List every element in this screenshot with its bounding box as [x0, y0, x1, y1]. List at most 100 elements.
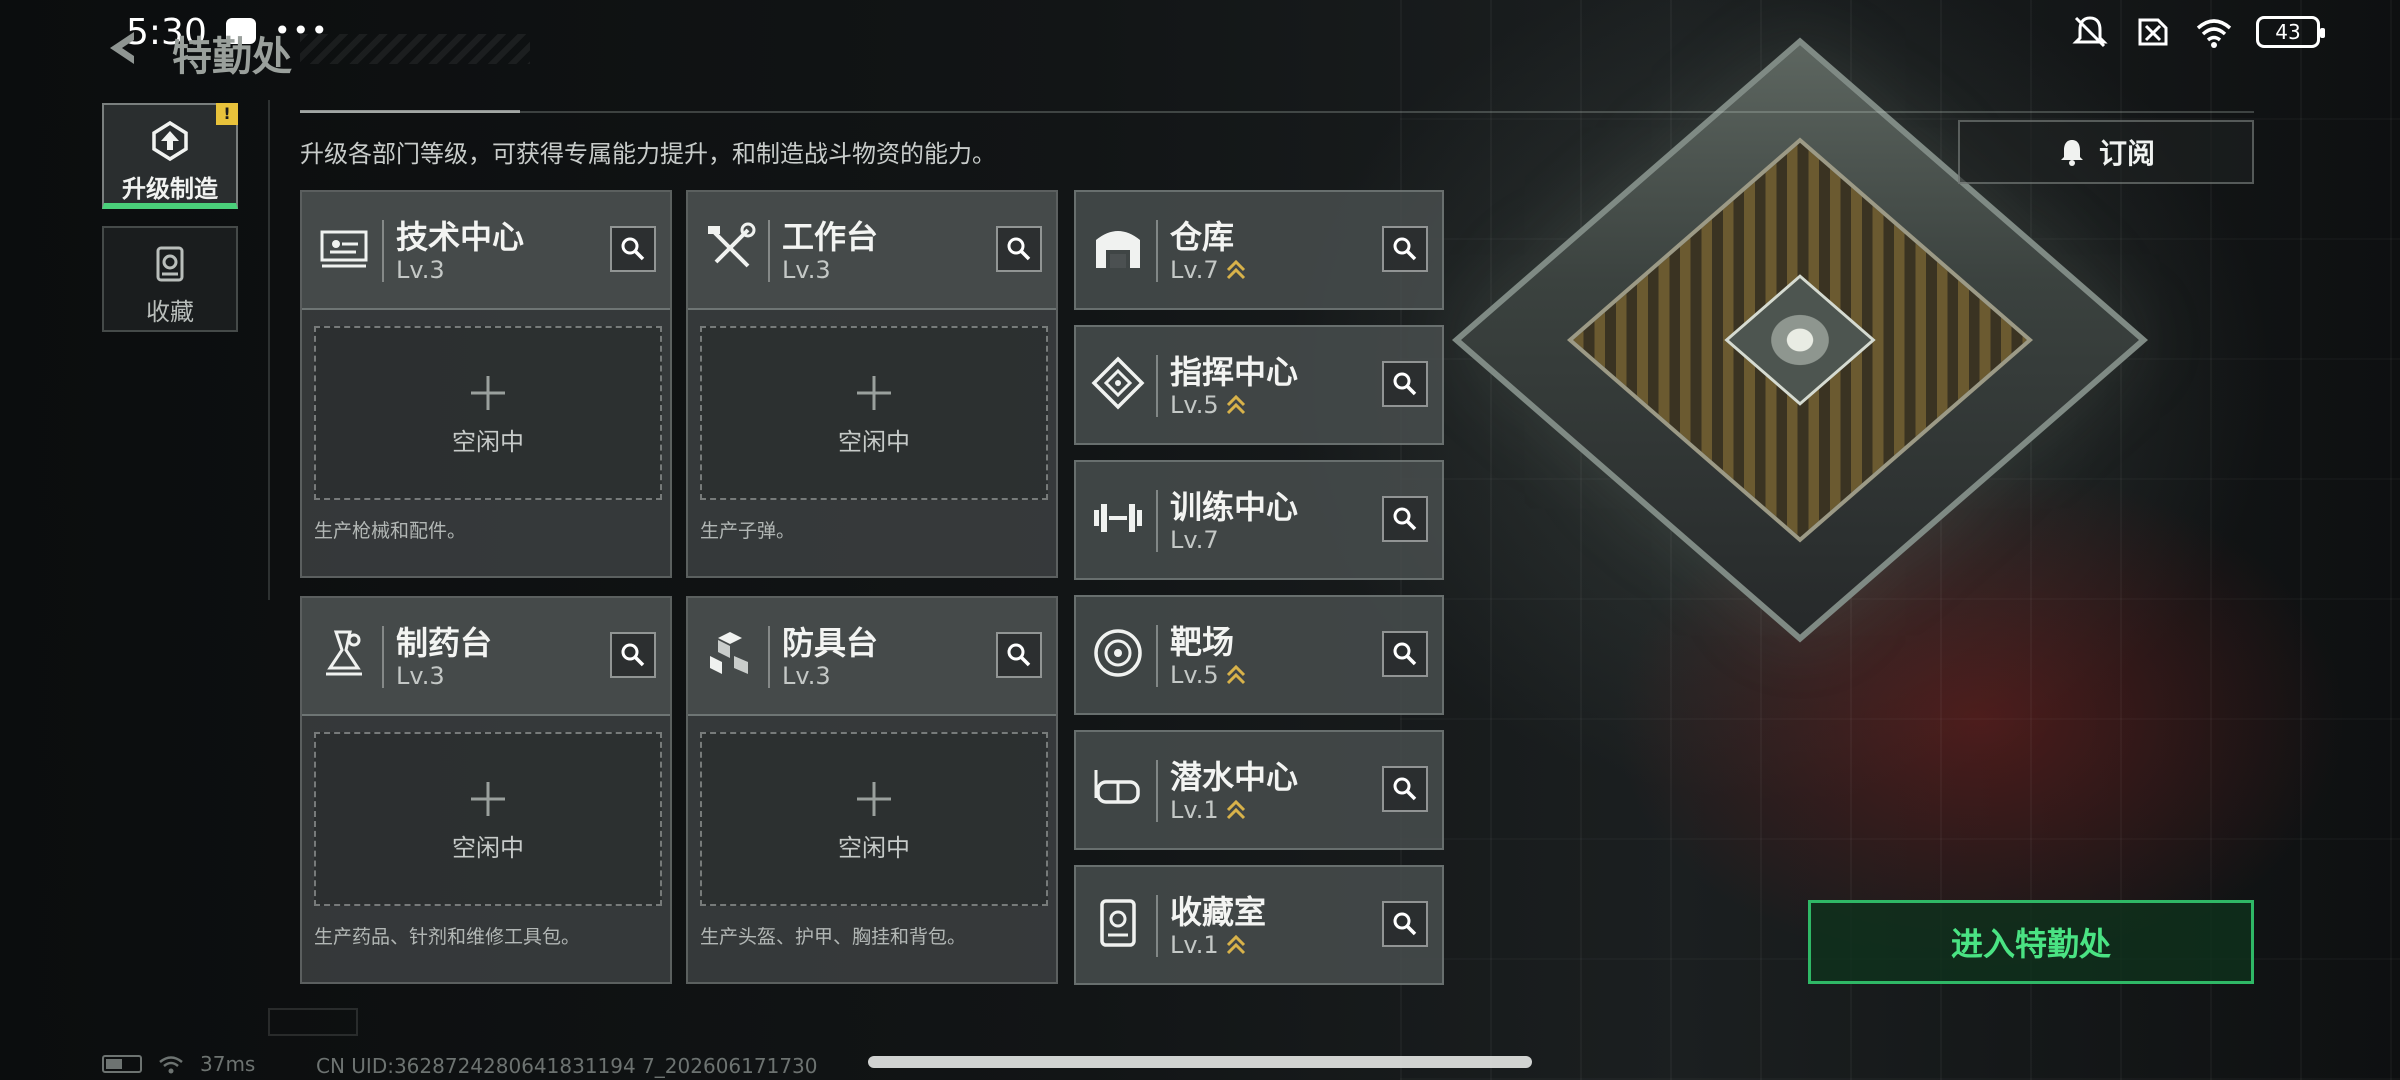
search-icon [1393, 912, 1417, 936]
search-icon [621, 237, 645, 261]
production-card-armor-bench[interactable]: 防具台 Lv.3 空闲中 生产头盔、护甲、胸挂和背包。 [686, 596, 1058, 984]
facility-name: 技术中心 [396, 218, 525, 256]
plus-icon [857, 376, 891, 410]
idle-status: 空闲中 [452, 428, 524, 456]
uid-text: CN UID:3628724280641831194 7_20260617173… [316, 1054, 818, 1078]
upgrade-arrow-icon [1226, 934, 1245, 955]
facility-card-warehouse[interactable]: 仓库 Lv.7 [1074, 190, 1444, 310]
card-separator [1156, 625, 1158, 687]
warehouse-icon [1096, 231, 1140, 268]
facility-level-text: Lv.1 [1170, 931, 1219, 959]
search-icon [1007, 643, 1031, 667]
idle-slot[interactable]: 空闲中 [700, 326, 1048, 500]
status-icons: 43 [2070, 14, 2325, 50]
facility-name: 指挥中心 [1170, 353, 1299, 391]
back-arrow-icon[interactable] [104, 28, 144, 68]
tech-center-icon [320, 230, 368, 268]
sidebar-item-label: 升级制造 [122, 175, 218, 203]
search-icon [1393, 642, 1417, 666]
sidebar-item-upgrade[interactable]: ! 升级制造 [102, 103, 238, 209]
card-separator [1156, 760, 1158, 822]
network-icon [159, 1056, 183, 1074]
home-indicator[interactable] [868, 1056, 1532, 1068]
search-button[interactable] [1382, 361, 1428, 407]
card-description: 生产子弹。 [700, 520, 796, 542]
enter-special-ops-button[interactable]: 进入特勤处 [1808, 900, 2254, 984]
search-button[interactable] [996, 226, 1042, 272]
cube-inner [1566, 137, 2034, 543]
idle-status: 空闲中 [838, 428, 910, 456]
card-separator [1156, 895, 1158, 957]
search-button[interactable] [1382, 766, 1428, 812]
command-center-icon [1091, 356, 1145, 410]
idle-slot[interactable]: 空闲中 [314, 326, 662, 500]
card-separator [768, 626, 770, 688]
production-card-pharmacy[interactable]: 制药台 Lv.3 空闲中 生产药品、针剂和维修工具包。 [300, 596, 672, 984]
ping-text: 37ms [200, 1052, 256, 1076]
wifi-icon [2196, 19, 2232, 48]
card-separator [1156, 490, 1158, 552]
plus-icon [857, 782, 891, 816]
search-button[interactable] [1382, 496, 1428, 542]
facility-card-command-center[interactable]: 指挥中心 Lv.5 [1074, 325, 1444, 445]
footer-status: 37ms [102, 1052, 255, 1076]
facility-name: 训练中心 [1170, 488, 1299, 526]
page-title: 特勤处 [172, 34, 292, 80]
facility-name: 防具台 [782, 624, 879, 662]
facility-level: Lv.7 [1170, 526, 1219, 554]
search-icon [1393, 777, 1417, 801]
facility-level-text: Lv.5 [1170, 661, 1219, 689]
facility-level: Lv.3 [782, 662, 831, 690]
device-battery-icon [102, 1055, 142, 1073]
search-button[interactable] [1382, 226, 1428, 272]
page-subtitle: 升级各部门等级，可获得专属能力提升，和制造战斗物资的能力。 [300, 140, 996, 168]
facility-level: Lv.1 [1170, 796, 1247, 824]
diving-mask-icon [1094, 770, 1140, 804]
facility-card-shooting-range[interactable]: 靶场 Lv.5 [1074, 595, 1444, 715]
facility-name: 靶场 [1170, 623, 1235, 661]
pharmacy-icon [326, 630, 362, 676]
title-stripe-deco [300, 34, 530, 64]
facility-name: 收藏室 [1170, 893, 1267, 931]
search-button[interactable] [610, 632, 656, 678]
upgrade-arrow-icon [1226, 394, 1245, 415]
idle-slot[interactable]: 空闲中 [700, 732, 1048, 906]
upgrade-arrow-icon [1226, 799, 1245, 820]
facility-level: Lv.3 [782, 256, 831, 284]
search-button[interactable] [1382, 901, 1428, 947]
search-button[interactable] [1382, 631, 1428, 677]
facility-level-text: Lv.5 [1170, 391, 1219, 419]
enter-button-label: 进入特勤处 [1950, 925, 2111, 963]
facility-level: Lv.5 [1170, 391, 1247, 419]
facility-card-training-center[interactable]: 训练中心 Lv.7 [1074, 460, 1444, 580]
card-separator [1156, 220, 1158, 282]
workbench-icon [708, 222, 756, 268]
plus-icon [471, 376, 505, 410]
bell-icon [2060, 140, 2083, 166]
search-icon [621, 643, 645, 667]
collection-icon [156, 246, 184, 282]
search-button[interactable] [996, 632, 1042, 678]
cube-core [1724, 274, 1876, 406]
search-icon [1007, 237, 1031, 261]
subscribe-button[interactable]: 订阅 [1958, 120, 2254, 184]
facility-card-diving-center[interactable]: 潜水中心 Lv.1 [1074, 730, 1444, 850]
sidebar-item-collection[interactable]: 收藏 [102, 226, 238, 332]
battery-indicator: 43 [2256, 16, 2325, 48]
upgrade-arrow-icon [1226, 259, 1245, 280]
production-card-workbench[interactable]: 工作台 Lv.3 空闲中 生产子弹。 [686, 190, 1058, 578]
idle-status: 空闲中 [838, 834, 910, 862]
production-card-tech-center[interactable]: 技术中心 Lv.3 空闲中 生产枪械和配件。 [300, 190, 672, 578]
facility-level-text: Lv.7 [1170, 526, 1219, 554]
facility-level: Lv.3 [396, 256, 445, 284]
facility-name: 潜水中心 [1170, 758, 1299, 796]
search-icon [1393, 237, 1417, 261]
card-description: 生产药品、针剂和维修工具包。 [314, 926, 581, 948]
card-separator [768, 220, 770, 282]
search-button[interactable] [610, 226, 656, 272]
facility-level: Lv.5 [1170, 661, 1247, 689]
card-header: 工作台 Lv.3 [688, 192, 1056, 310]
idle-slot[interactable]: 空闲中 [314, 732, 662, 906]
facility-card-collection-room[interactable]: 收藏室 Lv.1 [1074, 865, 1444, 985]
armor-bench-icon [710, 632, 748, 674]
